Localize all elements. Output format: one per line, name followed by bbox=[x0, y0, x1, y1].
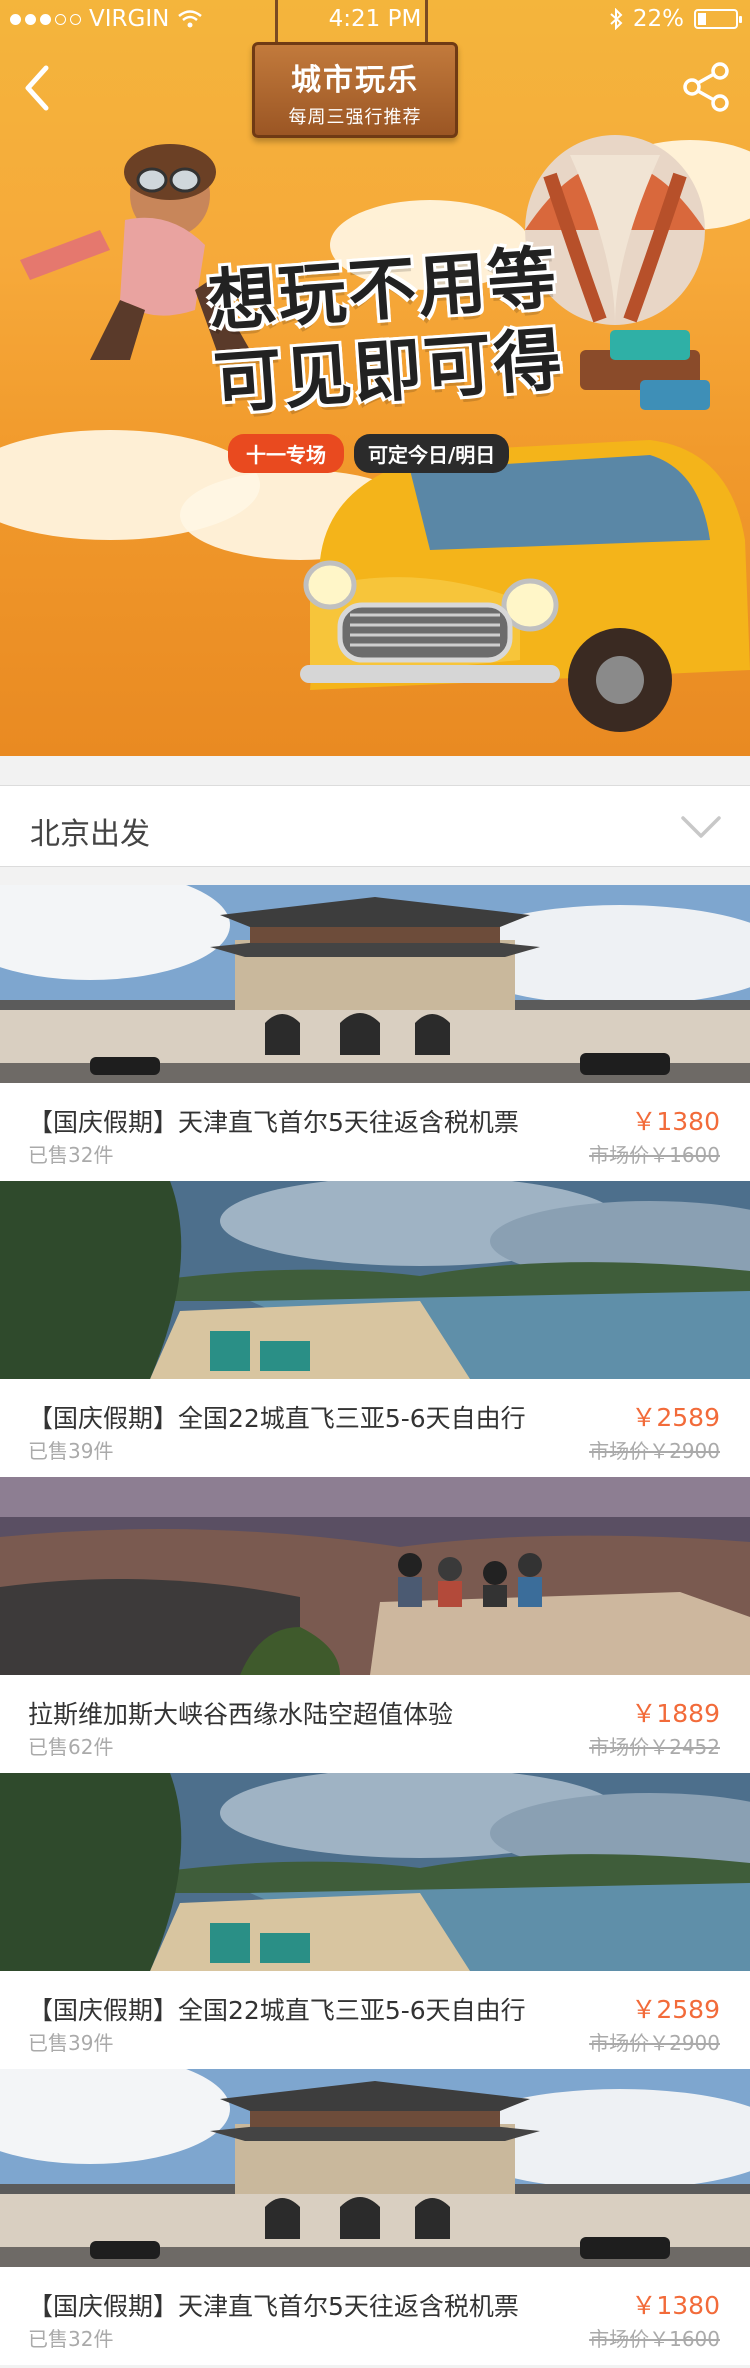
sign-subtitle: 每周三强行推荐 bbox=[288, 107, 422, 128]
product-sold-count: 已售39件 bbox=[28, 1439, 114, 1463]
status-bar: VIRGIN 4:21 PM 22% bbox=[0, 0, 750, 40]
product-price: ￥2589 bbox=[631, 1995, 720, 2024]
product-card[interactable]: 【国庆假期】全国22城直飞三亚5-6天自由行 已售39件 ￥2589 市场价￥2… bbox=[0, 1773, 750, 2069]
product-title: 【国庆假期】全国22城直飞三亚5-6天自由行 bbox=[28, 1404, 526, 1433]
product-title: 拉斯维加斯大峡谷西缘水陆空超值体验 bbox=[28, 1700, 454, 1729]
product-sold-count: 已售39件 bbox=[28, 2031, 114, 2055]
share-button[interactable] bbox=[678, 58, 736, 116]
bluetooth-icon bbox=[610, 8, 623, 30]
hero-sign: 城市玩乐 每周三强行推荐 bbox=[252, 42, 458, 138]
product-title: 【国庆假期】天津直飞首尔5天往返含税机票 bbox=[28, 2292, 519, 2321]
product-image-canyon bbox=[0, 1477, 750, 1675]
product-market-price: 市场价￥2452 bbox=[589, 1735, 720, 1759]
battery-icon bbox=[694, 9, 742, 29]
product-sold-count: 已售32件 bbox=[28, 1143, 114, 1167]
product-market-price: 市场价￥1600 bbox=[589, 1143, 720, 1167]
product-title: 【国庆假期】全国22城直飞三亚5-6天自由行 bbox=[28, 1996, 526, 2025]
hero-banner[interactable]: VIRGIN 4:21 PM 22% 城市玩乐 每周三强行推荐 想玩不用等 可见… bbox=[0, 0, 750, 756]
product-card[interactable]: 【国庆假期】全国22城直飞三亚5-6天自由行 已售39件 ￥2589 市场价￥2… bbox=[0, 1181, 750, 1477]
departure-filter[interactable]: 北京出发 bbox=[0, 785, 750, 867]
product-list: 【国庆假期】天津直飞首尔5天往返含税机票 已售32件 ￥1380 市场价￥160… bbox=[0, 885, 750, 2365]
product-price: ￥1380 bbox=[631, 2291, 720, 2320]
sign-title: 城市玩乐 bbox=[291, 63, 419, 98]
product-market-price: 市场价￥1600 bbox=[589, 2327, 720, 2351]
departure-label: 北京出发 bbox=[30, 817, 150, 852]
product-image-palace bbox=[0, 2069, 750, 2267]
product-price: ￥2589 bbox=[631, 1403, 720, 1432]
hero-headline: 想玩不用等 可见即可得 bbox=[191, 237, 582, 427]
product-image-beach bbox=[0, 1181, 750, 1379]
product-sold-count: 已售32件 bbox=[28, 2327, 114, 2351]
chevron-down-icon bbox=[681, 816, 721, 838]
clock: 4:21 PM bbox=[328, 6, 422, 32]
product-title: 【国庆假期】天津直飞首尔5天往返含税机票 bbox=[28, 1108, 519, 1137]
product-sold-count: 已售62件 bbox=[28, 1735, 114, 1759]
product-card[interactable]: 【国庆假期】天津直飞首尔5天往返含税机票 已售32件 ￥1380 市场价￥160… bbox=[0, 885, 750, 1181]
product-market-price: 市场价￥2900 bbox=[589, 2031, 720, 2055]
product-market-price: 市场价￥2900 bbox=[589, 1439, 720, 1463]
battery-percent: 22% bbox=[632, 6, 684, 32]
product-price: ￥1380 bbox=[631, 1107, 720, 1136]
tag-bookable: 可定今日/明日 bbox=[354, 434, 510, 473]
back-button[interactable] bbox=[14, 58, 64, 118]
product-card[interactable]: 拉斯维加斯大峡谷西缘水陆空超值体验 已售62件 ￥1889 市场价￥2452 bbox=[0, 1477, 750, 1773]
product-price: ￥1889 bbox=[631, 1699, 720, 1728]
product-image-palace bbox=[0, 885, 750, 1083]
tag-special: 十一专场 bbox=[228, 434, 344, 473]
product-card[interactable]: 【国庆假期】天津直飞首尔5天往返含税机票 已售32件 ￥1380 市场价￥160… bbox=[0, 2069, 750, 2365]
product-image-beach bbox=[0, 1773, 750, 1971]
hero-tags: 十一专场 可定今日/明日 bbox=[228, 434, 510, 473]
